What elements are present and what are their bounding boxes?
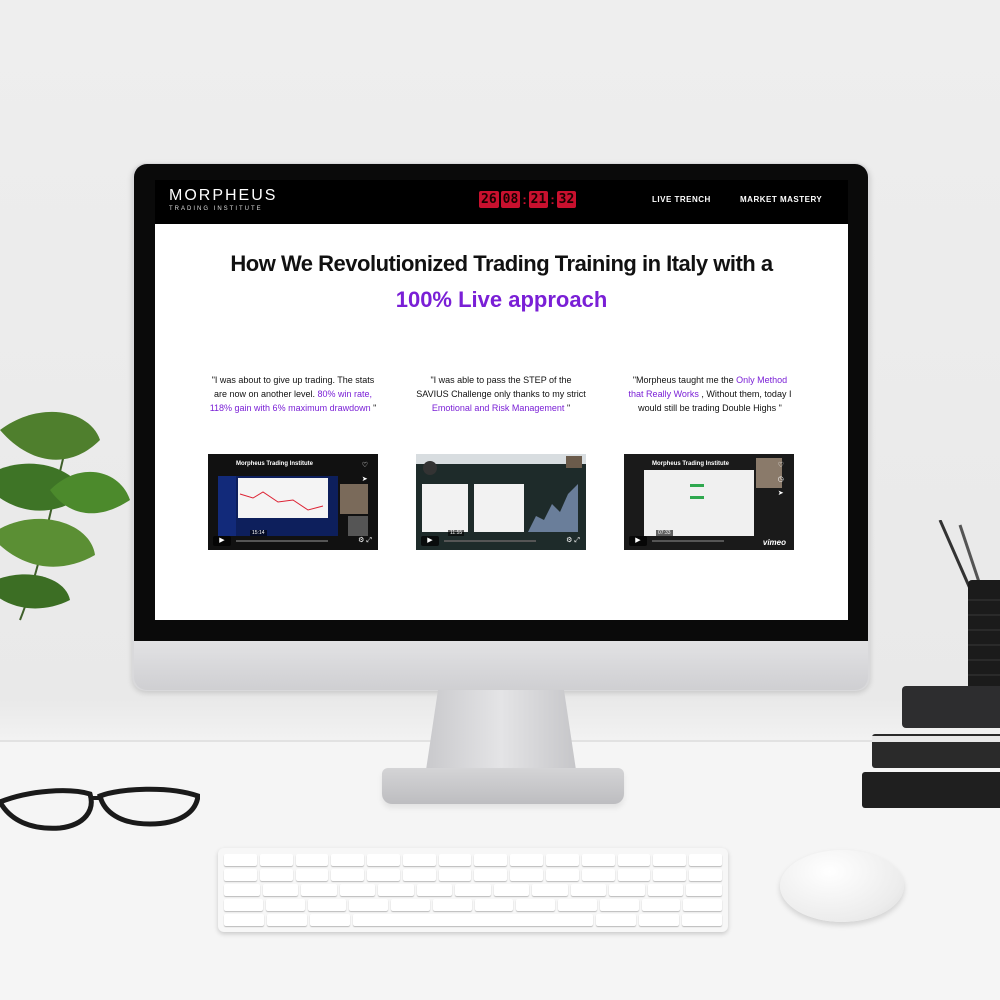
countdown-minutes: 21	[528, 191, 549, 208]
video-side-icons: ♡ ➤	[362, 460, 368, 486]
hero-highlight: 100% Live approach	[395, 287, 608, 312]
glasses-decoration	[0, 786, 200, 831]
quote-text: "Morpheus taught me the	[632, 375, 737, 385]
play-icon[interactable]: ▶	[629, 536, 647, 546]
testimonial-quote: "Morpheus taught me the Only Method that…	[625, 373, 795, 415]
plant-decoration	[0, 411, 130, 621]
video-duration: 07:33	[656, 530, 673, 536]
monitor-stand	[426, 690, 576, 770]
heart-icon[interactable]: ♡	[362, 460, 368, 472]
share-icon[interactable]: ➤	[778, 488, 784, 500]
monitor-chin	[134, 641, 868, 690]
play-icon[interactable]: ▶	[421, 536, 439, 546]
fullscreen-icon: ⤢	[574, 537, 580, 544]
mouse	[780, 850, 904, 922]
countdown-separator: :	[550, 192, 555, 207]
countdown-separator: :	[522, 192, 527, 207]
keyboard	[218, 848, 728, 932]
video-thumbnail	[416, 454, 586, 550]
video-player[interactable]: 11:55 ▶ ⚙ ⤢	[416, 454, 586, 550]
settings-icon: ⚙	[566, 537, 573, 544]
video-progress-bar[interactable]	[236, 540, 328, 542]
hero-heading: How We Revolutionized Trading Training i…	[155, 250, 848, 314]
top-navigation-bar: MORPHEUS TRADING INSTITUTE 26 08 : 21 : …	[155, 180, 848, 224]
pencil-cup-decoration	[938, 520, 1000, 705]
nav-link-live-trench[interactable]: LIVE TRENCH	[652, 195, 711, 204]
testimonial-quote: "I was about to give up trading. The sta…	[208, 373, 378, 415]
video-duration: 15:14	[250, 530, 267, 536]
monitor-stand-base	[382, 768, 624, 804]
video-player[interactable]: Morpheus Trading Institute ♡ ➤ 15:14 ▶ ⚙…	[208, 454, 378, 550]
video-side-icons: ♡ ◷ ➤	[778, 460, 784, 500]
video-progress-bar[interactable]	[652, 540, 724, 542]
play-icon[interactable]: ▶	[213, 536, 231, 546]
books-decoration	[862, 686, 1000, 808]
countdown-seconds: 32	[556, 191, 577, 208]
site-logo[interactable]: MORPHEUS TRADING INSTITUTE	[169, 187, 277, 213]
countdown-hours: 08	[500, 191, 521, 208]
website-screen: MORPHEUS TRADING INSTITUTE 26 08 : 21 : …	[155, 180, 848, 620]
quote-text: "	[370, 403, 377, 413]
video-thumbnail	[624, 454, 794, 550]
countdown-timer: 26 08 : 21 : 32	[479, 191, 577, 208]
video-progress-bar[interactable]	[444, 540, 536, 542]
video-controls[interactable]: ⚙ ⤢	[566, 536, 580, 546]
hero-title: How We Revolutionized Trading Training i…	[230, 251, 773, 276]
logo-name: MORPHEUS	[169, 187, 278, 204]
logo-tagline: TRADING INSTITUTE	[169, 206, 263, 212]
heart-icon[interactable]: ♡	[778, 460, 784, 472]
quote-highlight: Emotional and Risk Management	[431, 403, 565, 413]
quote-text: "I was able to pass the STEP of the SAVI…	[416, 375, 586, 399]
fullscreen-icon: ⤢	[366, 537, 372, 544]
testimonial-quote: "I was able to pass the STEP of the SAVI…	[416, 373, 586, 415]
nav-link-market-mastery[interactable]: MARKET MASTERY	[740, 195, 822, 204]
vimeo-logo[interactable]: vimeo	[763, 538, 786, 547]
settings-icon: ⚙	[358, 537, 365, 544]
share-icon[interactable]: ➤	[362, 474, 368, 486]
video-controls[interactable]: ⚙ ⤢	[358, 536, 372, 546]
countdown-days: 26	[479, 191, 499, 208]
video-player[interactable]: Morpheus Trading Institute ♡ ◷ ➤ 07:33 ▶…	[624, 454, 794, 550]
video-title: Morpheus Trading Institute	[236, 461, 314, 467]
video-thumbnail	[218, 476, 368, 536]
video-title: Morpheus Trading Institute	[652, 461, 730, 467]
video-duration: 11:55	[448, 530, 465, 536]
clock-icon[interactable]: ◷	[778, 474, 784, 486]
quote-text: "	[564, 403, 571, 413]
